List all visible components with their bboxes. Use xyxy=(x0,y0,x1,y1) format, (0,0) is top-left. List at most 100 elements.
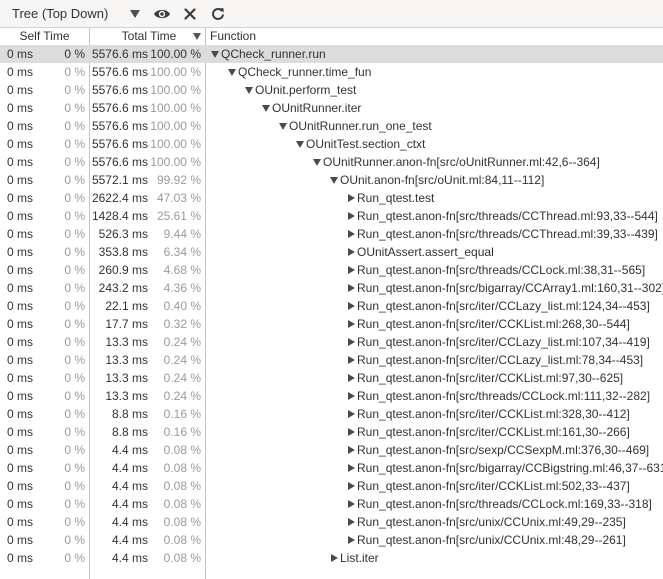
self-time-percent: 0 % xyxy=(64,353,85,367)
self-time-value: 0 ms xyxy=(7,515,34,529)
total-time-percent: 100.00 % xyxy=(150,155,201,169)
expander-collapsed-icon[interactable] xyxy=(346,477,357,495)
expander-collapsed-icon[interactable] xyxy=(346,279,357,297)
expander-collapsed-icon[interactable] xyxy=(346,531,357,549)
reload-button[interactable] xyxy=(204,0,232,27)
self-time-value: 0 ms xyxy=(7,281,34,295)
self-time-value: 0 ms xyxy=(7,371,34,385)
tree-row[interactable]: 0 ms 0 % 4.4 ms 0.08 % Run_qtest.anon-fn[src… xyxy=(0,513,663,531)
expander-collapsed-icon[interactable] xyxy=(346,387,357,405)
function-cell: Run_qtest.anon-fn[src/threads/CCThread.m… xyxy=(346,207,658,225)
function-cell: Run_qtest.anon-fn[src/iter/CCLazy_list.m… xyxy=(346,333,650,351)
tree-row[interactable]: 0 ms 0 % 4.4 ms 0.08 % Run_qtest.anon-fn[src… xyxy=(0,495,663,513)
expander-collapsed-icon[interactable] xyxy=(346,297,357,315)
self-time-percent: 0 % xyxy=(64,425,85,439)
tree-row[interactable]: 0 ms 0 % 8.8 ms 0.16 % Run_qtest.anon-fn[src… xyxy=(0,423,663,441)
tree-row[interactable]: 0 ms 0 % 5576.6 ms 100.00 % QCheck_runner.ru… xyxy=(0,45,663,63)
expander-collapsed-icon[interactable] xyxy=(346,441,357,459)
function-name: OUnitRunner.anon-fn[src/oUnitRunner.ml:4… xyxy=(323,155,600,169)
function-name: Run_qtest.anon-fn[src/threads/CCLock.ml:… xyxy=(357,263,646,277)
expander-collapsed-icon[interactable] xyxy=(346,423,357,441)
function-cell: Run_qtest.anon-fn[src/iter/CCLazy_list.m… xyxy=(346,351,643,369)
total-time-percent: 0.24 % xyxy=(163,371,201,385)
expander-expanded-icon[interactable] xyxy=(244,81,255,99)
self-time-header[interactable]: Self Time xyxy=(0,28,89,45)
tree-row[interactable]: 0 ms 0 % 4.4 ms 0.08 % List.iter xyxy=(0,549,663,567)
tree-row[interactable]: 0 ms 0 % 5576.6 ms 100.00 % OUnitTest.sectio… xyxy=(0,135,663,153)
expander-collapsed-icon[interactable] xyxy=(346,315,357,333)
tree-row[interactable]: 0 ms 0 % 5576.6 ms 100.00 % OUnitRunner.run_… xyxy=(0,117,663,135)
expander-collapsed-icon[interactable] xyxy=(346,189,357,207)
total-time-value: 260.9 ms xyxy=(98,263,148,277)
tree-row[interactable]: 0 ms 0 % 353.8 ms 6.34 % OUnitAssert.assert_… xyxy=(0,243,663,261)
close-icon xyxy=(184,7,196,20)
total-time-percent: 100.00 % xyxy=(150,83,201,97)
expander-collapsed-icon[interactable] xyxy=(346,513,357,531)
tree-row[interactable]: 0 ms 0 % 526.3 ms 9.44 % Run_qtest.anon-fn[s… xyxy=(0,225,663,243)
self-time-percent: 0 % xyxy=(64,281,85,295)
clear-button[interactable] xyxy=(176,0,204,27)
tree-row[interactable]: 0 ms 0 % 13.3 ms 0.24 % Run_qtest.anon-fn[sr… xyxy=(0,387,663,405)
tree-row[interactable]: 0 ms 0 % 5576.6 ms 100.00 % OUnit.perform_te… xyxy=(0,81,663,99)
tree-row[interactable]: 0 ms 0 % 4.4 ms 0.08 % Run_qtest.anon-fn[src… xyxy=(0,477,663,495)
total-time-percent: 0.08 % xyxy=(163,533,201,547)
function-name: OUnit.anon-fn[src/oUnit.ml:84,11--112] xyxy=(340,173,545,187)
tree-row[interactable]: 0 ms 0 % 5576.6 ms 100.00 % QCheck_runner.ti… xyxy=(0,63,663,81)
expander-collapsed-icon[interactable] xyxy=(346,333,357,351)
self-time-percent: 0 % xyxy=(64,209,85,223)
expander-expanded-icon[interactable] xyxy=(329,171,340,189)
self-time-value: 0 ms xyxy=(7,443,34,457)
tree-row[interactable]: 0 ms 0 % 4.4 ms 0.08 % Run_qtest.anon-fn[src… xyxy=(0,441,663,459)
tree-row[interactable]: 0 ms 0 % 8.8 ms 0.16 % Run_qtest.anon-fn[src… xyxy=(0,405,663,423)
total-time-percent: 100.00 % xyxy=(150,119,201,133)
function-header[interactable]: Function xyxy=(210,28,650,45)
function-cell: OUnitRunner.run_one_test xyxy=(278,117,432,135)
expander-expanded-icon[interactable] xyxy=(312,153,323,171)
expander-collapsed-icon[interactable] xyxy=(346,459,357,477)
tree-row[interactable]: 0 ms 0 % 4.4 ms 0.08 % Run_qtest.anon-fn[src… xyxy=(0,459,663,477)
view-mode-dropdown[interactable]: Tree (Top Down) xyxy=(0,0,148,27)
tree-row[interactable]: 0 ms 0 % 1428.4 ms 25.61 % Run_qtest.anon-fn… xyxy=(0,207,663,225)
total-time-percent: 0.16 % xyxy=(163,425,201,439)
expander-collapsed-icon[interactable] xyxy=(346,243,357,261)
tree-row[interactable]: 0 ms 0 % 5576.6 ms 100.00 % OUnitRunner.anon… xyxy=(0,153,663,171)
tree-row[interactable]: 0 ms 0 % 13.3 ms 0.24 % Run_qtest.anon-fn[sr… xyxy=(0,369,663,387)
function-name: QCheck_runner.run xyxy=(221,47,326,61)
expander-collapsed-icon[interactable] xyxy=(346,261,357,279)
tree-row[interactable]: 0 ms 0 % 22.1 ms 0.40 % Run_qtest.anon-fn[sr… xyxy=(0,297,663,315)
tree-row[interactable]: 0 ms 0 % 17.7 ms 0.32 % Run_qtest.anon-fn[sr… xyxy=(0,315,663,333)
self-time-value: 0 ms xyxy=(7,533,34,547)
tree-row[interactable]: 0 ms 0 % 13.3 ms 0.24 % Run_qtest.anon-fn[sr… xyxy=(0,333,663,351)
expander-expanded-icon[interactable] xyxy=(295,135,306,153)
expander-expanded-icon[interactable] xyxy=(278,117,289,135)
tree-row[interactable]: 0 ms 0 % 2622.4 ms 47.03 % Run_qtest.test xyxy=(0,189,663,207)
function-name: Run_qtest.test xyxy=(357,191,435,205)
tree-row[interactable]: 0 ms 0 % 5572.1 ms 99.92 % OUnit.anon-fn[src… xyxy=(0,171,663,189)
toggle-visibility-button[interactable] xyxy=(148,0,176,27)
tree-row[interactable]: 0 ms 0 % 5576.6 ms 100.00 % OUnitRunner.iter xyxy=(0,99,663,117)
expander-expanded-icon[interactable] xyxy=(227,63,238,81)
tree-row[interactable]: 0 ms 0 % 13.3 ms 0.24 % Run_qtest.anon-fn[sr… xyxy=(0,351,663,369)
total-time-percent: 99.92 % xyxy=(156,173,201,187)
expander-expanded-icon[interactable] xyxy=(210,45,221,63)
expander-collapsed-icon[interactable] xyxy=(346,369,357,387)
total-time-header[interactable]: Total Time xyxy=(90,28,205,45)
expander-collapsed-icon[interactable] xyxy=(346,225,357,243)
expander-collapsed-icon[interactable] xyxy=(346,495,357,513)
tree-row[interactable]: 0 ms 0 % 260.9 ms 4.68 % Run_qtest.anon-fn[s… xyxy=(0,261,663,279)
expander-collapsed-icon[interactable] xyxy=(346,207,357,225)
tree-row[interactable]: 0 ms 0 % 4.4 ms 0.08 % Run_qtest.anon-fn[src… xyxy=(0,531,663,549)
expander-collapsed-icon[interactable] xyxy=(346,351,357,369)
tree-row[interactable]: 0 ms 0 % 243.2 ms 4.36 % Run_qtest.anon-fn[s… xyxy=(0,279,663,297)
self-time-value: 0 ms xyxy=(7,65,34,79)
function-cell: Run_qtest.anon-fn[src/unix/CCUnix.ml:49,… xyxy=(346,513,626,531)
total-time-value: 5572.1 ms xyxy=(91,173,148,187)
expander-expanded-icon[interactable] xyxy=(261,99,272,117)
total-time-value: 8.8 ms xyxy=(111,425,148,439)
expander-collapsed-icon[interactable] xyxy=(346,405,357,423)
total-time-value: 4.4 ms xyxy=(111,497,148,511)
expander-collapsed-icon[interactable] xyxy=(329,549,340,567)
function-name: Run_qtest.anon-fn[src/iter/CCKList.ml:97… xyxy=(357,371,624,385)
function-name: OUnitAssert.assert_equal xyxy=(357,245,494,259)
total-time-value: 1428.4 ms xyxy=(91,209,148,223)
